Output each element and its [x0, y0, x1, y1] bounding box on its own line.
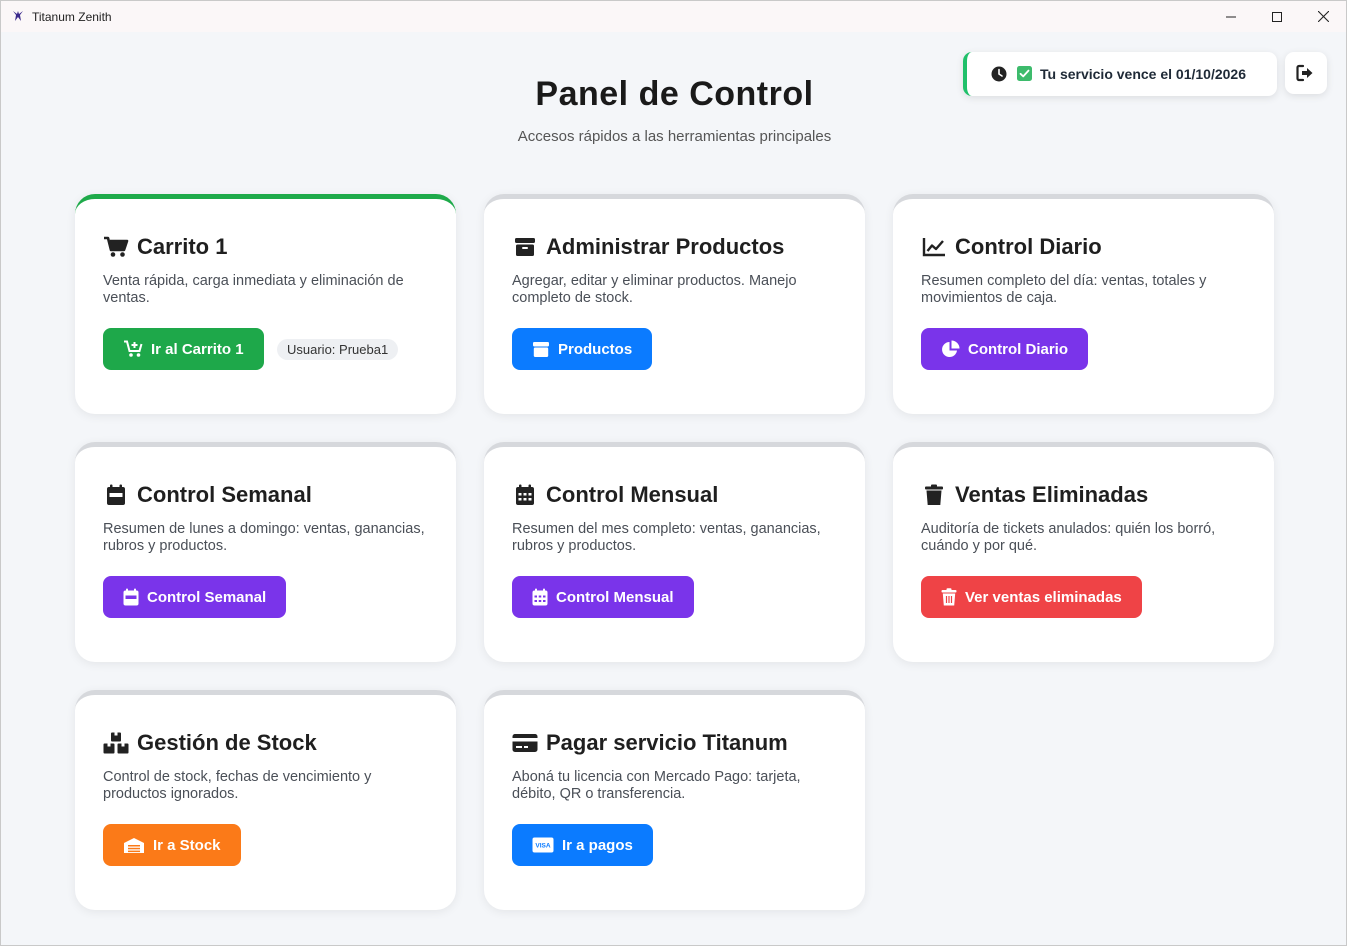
cart-plus-icon — [123, 340, 143, 358]
maximize-icon — [1272, 11, 1282, 22]
card-title: Pagar servicio Titanum — [512, 730, 788, 756]
card-description: Auditoría de tickets anulados: quién los… — [921, 521, 1216, 554]
card-carrito: Carrito 1 Venta rápida, carga inmediata … — [75, 194, 456, 414]
go-to-payments-button[interactable]: VISA Ir a pagos — [512, 824, 653, 866]
pie-chart-icon — [941, 340, 960, 359]
app-logo-icon — [11, 9, 25, 23]
monthly-control-button[interactable]: Control Mensual — [512, 576, 694, 618]
user-badge: Usuario: Prueba1 — [277, 339, 399, 360]
go-to-cart-button[interactable]: Ir al Carrito 1 — [103, 328, 264, 370]
shopping-cart-icon — [103, 235, 129, 259]
box-icon — [512, 235, 538, 259]
calendar-week-icon — [103, 483, 129, 507]
close-icon — [1317, 11, 1329, 22]
boxes-icon — [103, 731, 129, 755]
visa-card-icon: VISA — [532, 837, 554, 853]
card-title: Ventas Eliminadas — [921, 482, 1148, 508]
page-subtitle: Accesos rápidos a las herramientas princ… — [517, 128, 832, 145]
window-title: Titanum Zenith — [32, 10, 112, 24]
deleted-sales-button[interactable]: Ver ventas eliminadas — [921, 576, 1142, 618]
line-chart-icon — [921, 235, 947, 259]
app-window: Titanum Zenith Tu servicio vence el 01/1… — [0, 0, 1347, 946]
card-ventas-eliminadas: Ventas Eliminadas Auditoría de tickets a… — [893, 442, 1274, 662]
card-control-diario: Control Diario Resumen completo del día:… — [893, 194, 1274, 414]
card-description: Agregar, editar y eliminar productos. Ma… — [512, 273, 797, 306]
card-title: Control Mensual — [512, 482, 718, 508]
card-description: Venta rápida, carga inmediata y eliminac… — [103, 273, 404, 306]
card-description: Aboná tu licencia con Mercado Pago: tarj… — [512, 769, 801, 802]
card-title: Gestión de Stock — [103, 730, 317, 756]
daily-control-button[interactable]: Control Diario — [921, 328, 1088, 370]
card-title: Administrar Productos — [512, 234, 784, 260]
calendar-week-icon — [123, 588, 139, 606]
calendar-month-icon — [512, 483, 538, 507]
go-to-stock-button[interactable]: Ir a Stock — [103, 824, 241, 866]
minimize-icon — [1226, 16, 1236, 17]
card-description: Resumen del mes completo: ventas, gananc… — [512, 521, 821, 554]
card-description: Control de stock, fechas de vencimiento … — [103, 769, 372, 802]
card-title: Carrito 1 — [103, 234, 227, 260]
card-title: Control Diario — [921, 234, 1102, 260]
minimize-button[interactable] — [1208, 1, 1254, 32]
close-button[interactable] — [1300, 1, 1346, 32]
svg-text:VISA: VISA — [535, 843, 550, 850]
trash-icon — [941, 588, 957, 606]
card-description: Resumen completo del día: ventas, totale… — [921, 273, 1207, 306]
card-productos: Administrar Productos Agregar, editar y … — [484, 194, 865, 414]
title-bar: Titanum Zenith — [1, 1, 1346, 32]
trash-icon — [921, 483, 947, 507]
card-pagar-servicio: Pagar servicio Titanum Aboná tu licencia… — [484, 690, 865, 910]
maximize-button[interactable] — [1254, 1, 1300, 32]
warehouse-icon — [123, 837, 145, 854]
calendar-month-icon — [532, 588, 548, 606]
page-title: Panel de Control — [535, 75, 814, 113]
card-gestion-stock: Gestión de Stock Control de stock, fecha… — [75, 690, 456, 910]
credit-card-icon — [512, 731, 538, 755]
card-title: Control Semanal — [103, 482, 312, 508]
card-description: Resumen de lunes a domingo: ventas, gana… — [103, 521, 425, 554]
box-icon — [532, 341, 550, 358]
weekly-control-button[interactable]: Control Semanal — [103, 576, 287, 618]
card-control-mensual: Control Mensual Resumen del mes completo… — [484, 442, 865, 662]
products-button[interactable]: Productos — [512, 328, 653, 370]
card-control-semanal: Control Semanal Resumen de lunes a domin… — [75, 442, 456, 662]
